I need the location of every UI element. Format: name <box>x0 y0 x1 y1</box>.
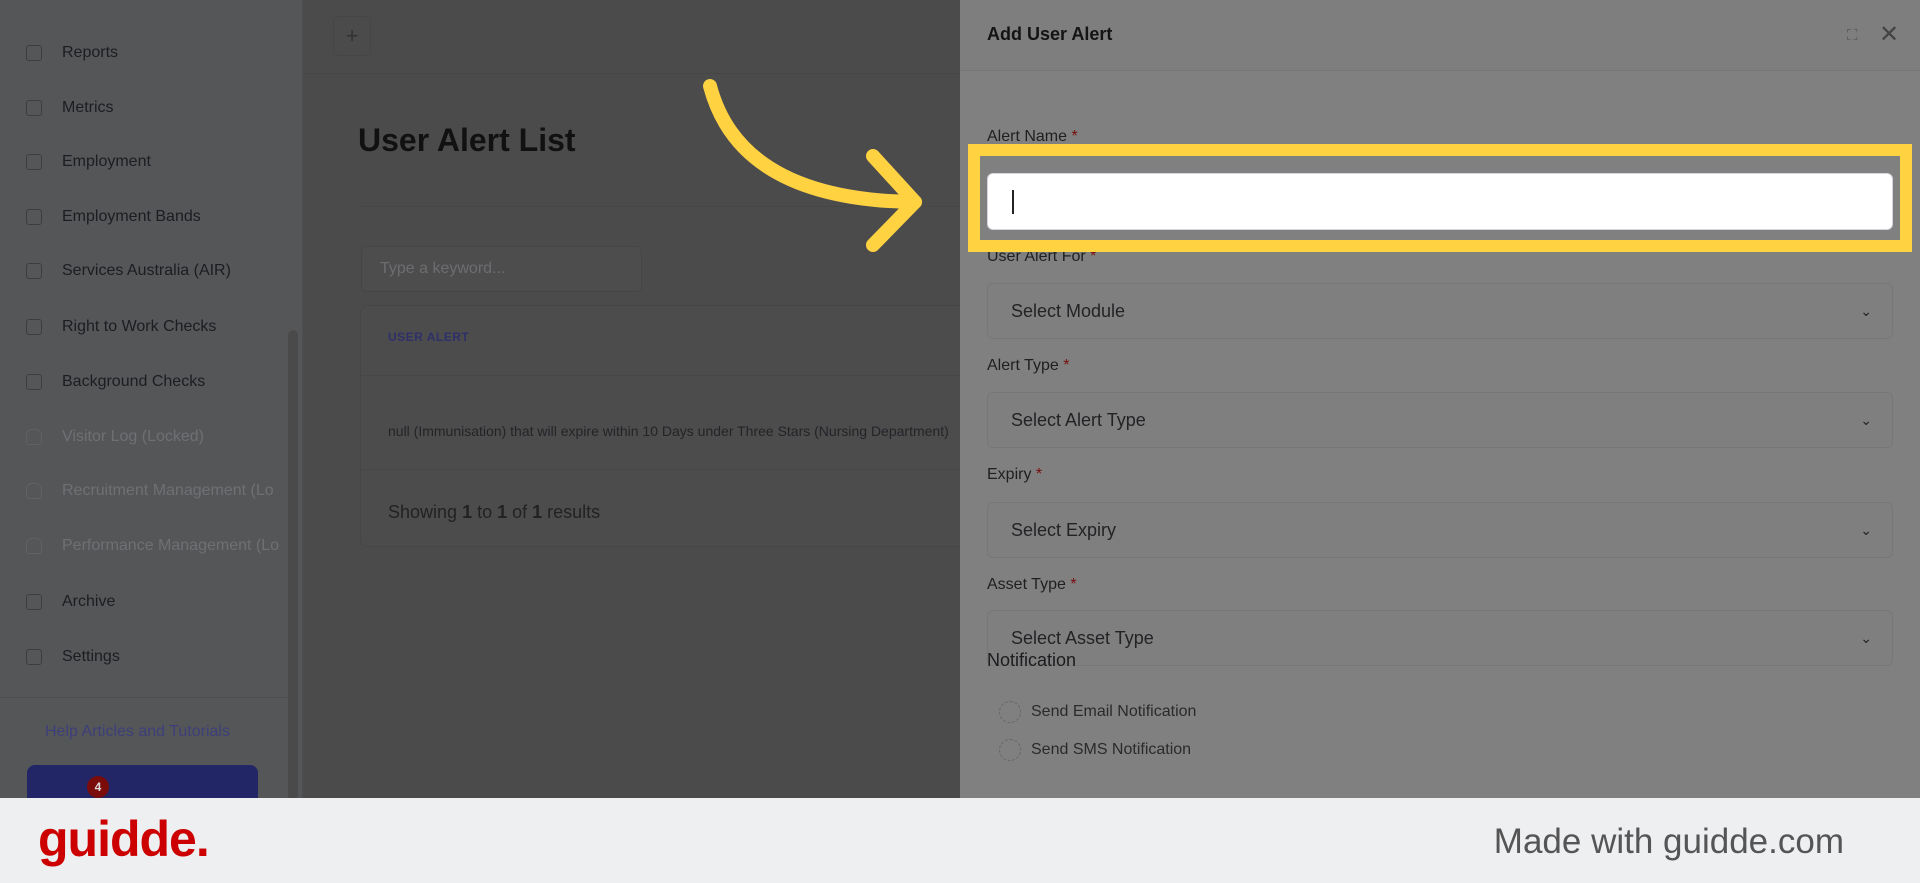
guidde-footer: guidde. Made with guidde.com <box>0 798 1920 883</box>
pointer-arrow-icon <box>703 79 922 252</box>
made-with-text: Made with guidde.com <box>1493 822 1844 861</box>
guidde-logo: guidde. <box>38 811 210 867</box>
